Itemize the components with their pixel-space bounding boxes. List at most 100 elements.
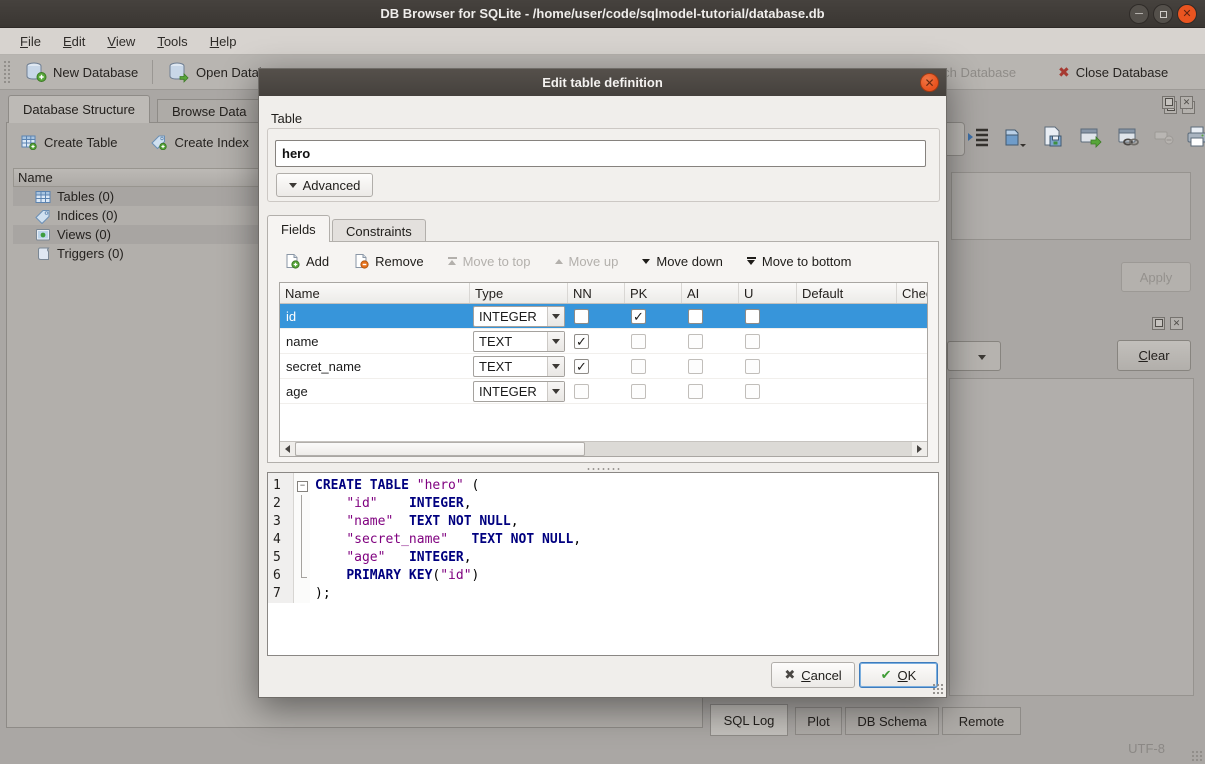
tab-database-structure[interactable]: Database Structure (8, 95, 150, 123)
check-cell[interactable] (897, 379, 928, 403)
move-to-bottom-button[interactable]: Move to bottom (739, 251, 860, 272)
menu-view[interactable]: View (97, 31, 145, 52)
field-name-cell[interactable]: age (280, 379, 470, 403)
dialog-titlebar[interactable]: Edit table definition ✕ (259, 69, 946, 96)
dock-close-icon[interactable]: ✕ (1170, 317, 1183, 330)
dock-tab-db-schema[interactable]: DB Schema (845, 707, 939, 735)
field-row-id[interactable]: idINTEGER✓✓✓✓ (280, 304, 927, 329)
remove-button[interactable]: Remove (345, 250, 431, 272)
link-window-icon[interactable] (1116, 124, 1142, 150)
export-icon[interactable] (1040, 124, 1066, 150)
move-down-button[interactable]: Move down (634, 251, 730, 272)
fold-margin[interactable] (294, 495, 310, 513)
add-button[interactable]: Add (276, 250, 337, 272)
new-database-button[interactable]: New Database (17, 57, 146, 87)
u-checkbox[interactable]: ✓ (745, 334, 760, 349)
close-database-button[interactable]: ✖ Close Database (1050, 60, 1176, 85)
pk-checkbox[interactable]: ✓ (631, 334, 646, 349)
pk-checkbox[interactable]: ✓ (631, 384, 646, 399)
tab-browse-data[interactable]: Browse Data (157, 99, 261, 123)
type-combo[interactable]: INTEGER (473, 381, 565, 402)
default-cell[interactable] (797, 379, 897, 403)
move-to-top-button[interactable]: Move to top (440, 251, 539, 272)
apply-button[interactable]: Apply (1121, 262, 1191, 292)
sql-log-filter-combo-fragment[interactable] (947, 341, 1001, 371)
pk-checkbox[interactable]: ✓ (631, 309, 646, 324)
menu-help[interactable]: Help (200, 31, 247, 52)
ai-checkbox[interactable]: ✓ (688, 334, 703, 349)
cancel-button[interactable]: ✖ Cancel (771, 662, 855, 688)
chevron-down-icon[interactable] (547, 307, 564, 326)
ai-checkbox[interactable]: ✓ (688, 309, 703, 324)
dock-tab-plot[interactable]: Plot (795, 707, 842, 735)
fold-margin[interactable] (294, 477, 310, 495)
nn-checkbox[interactable]: ✓ (574, 334, 589, 349)
field-name-cell[interactable]: name (280, 329, 470, 353)
menu-file[interactable]: File (10, 31, 51, 52)
apply-window-icon[interactable] (1078, 124, 1104, 150)
field-name-cell[interactable]: secret_name (280, 354, 470, 378)
type-combo[interactable]: TEXT (473, 331, 565, 352)
maximize-button[interactable] (1153, 4, 1173, 24)
column-header-u[interactable]: U (739, 283, 797, 303)
dock-float-icon[interactable] (1152, 317, 1165, 330)
create-index-button[interactable]: Create Index (147, 131, 252, 153)
window-titlebar[interactable]: DB Browser for SQLite - /home/user/code/… (0, 0, 1205, 28)
column-header-default[interactable]: Default (797, 283, 897, 303)
column-header-check[interactable]: Check (897, 283, 928, 303)
column-header-ai[interactable]: AI (682, 283, 739, 303)
chevron-down-icon[interactable] (547, 382, 564, 401)
window-resize-grip[interactable] (1191, 750, 1203, 762)
scroll-right-icon[interactable] (912, 442, 927, 456)
print-icon[interactable] (1184, 124, 1205, 150)
fold-margin[interactable] (294, 531, 310, 549)
tab-constraints[interactable]: Constraints (332, 219, 426, 242)
check-cell[interactable] (897, 354, 928, 378)
u-checkbox[interactable]: ✓ (745, 359, 760, 374)
fold-margin[interactable] (294, 549, 310, 567)
dialog-close-button[interactable]: ✕ (920, 73, 939, 92)
check-cell[interactable] (897, 304, 928, 328)
default-cell[interactable] (797, 304, 897, 328)
u-checkbox[interactable]: ✓ (745, 384, 760, 399)
fold-margin[interactable] (294, 513, 310, 531)
nn-checkbox[interactable]: ✓ (574, 359, 589, 374)
advanced-button[interactable]: Advanced (276, 173, 373, 197)
table-name-input[interactable]: hero (275, 140, 926, 167)
dock-close-icon[interactable]: ✕ (1180, 96, 1193, 109)
import-icon[interactable] (1002, 124, 1028, 150)
field-row-age[interactable]: ageINTEGER✓✓✓✓ (280, 379, 927, 404)
menu-edit[interactable]: Edit (53, 31, 95, 52)
toolbar-drag-handle[interactable] (3, 60, 11, 84)
field-row-name[interactable]: nameTEXT ✓ ✓ ✓ ✓ (280, 329, 927, 354)
column-header-type[interactable]: Type (470, 283, 568, 303)
field-row-secret_name[interactable]: secret_nameTEXT✓✓✓✓ (280, 354, 927, 379)
type-combo[interactable]: TEXT (473, 356, 565, 377)
move-up-button[interactable]: Move up (547, 251, 627, 272)
u-checkbox[interactable]: ✓ (745, 309, 760, 324)
create-table-button[interactable]: Create Table (17, 131, 121, 153)
chevron-down-icon[interactable] (547, 332, 564, 351)
column-header-pk[interactable]: PK (625, 283, 682, 303)
splitter-handle[interactable] (259, 465, 946, 472)
null-value-icon[interactable] (1152, 124, 1178, 150)
sql-preview[interactable]: 1CREATE TABLE "hero" (2 "id" INTEGER,3 "… (267, 472, 939, 656)
close-button[interactable]: ✕ (1177, 4, 1197, 24)
scrollbar-track[interactable] (295, 442, 912, 456)
ai-checkbox[interactable]: ✓ (688, 384, 703, 399)
column-header-nn[interactable]: NN (568, 283, 625, 303)
dock-float-icon[interactable] (1162, 96, 1175, 109)
dock-tab-remote[interactable]: Remote (942, 707, 1021, 735)
nn-checkbox[interactable]: ✓ (574, 309, 589, 324)
ai-checkbox[interactable]: ✓ (688, 359, 703, 374)
scroll-left-icon[interactable] (280, 442, 295, 456)
chevron-down-icon[interactable] (547, 357, 564, 376)
horizontal-scrollbar[interactable] (280, 441, 927, 456)
edit-cell-textarea[interactable] (951, 172, 1191, 240)
default-cell[interactable] (797, 329, 897, 353)
ok-button[interactable]: ✔ OK (859, 662, 938, 688)
field-name-cell[interactable]: id (280, 304, 470, 328)
check-cell[interactable] (897, 329, 928, 353)
minimize-button[interactable]: ─ (1129, 4, 1149, 24)
dock-tab-sql-log[interactable]: SQL Log (710, 704, 788, 736)
